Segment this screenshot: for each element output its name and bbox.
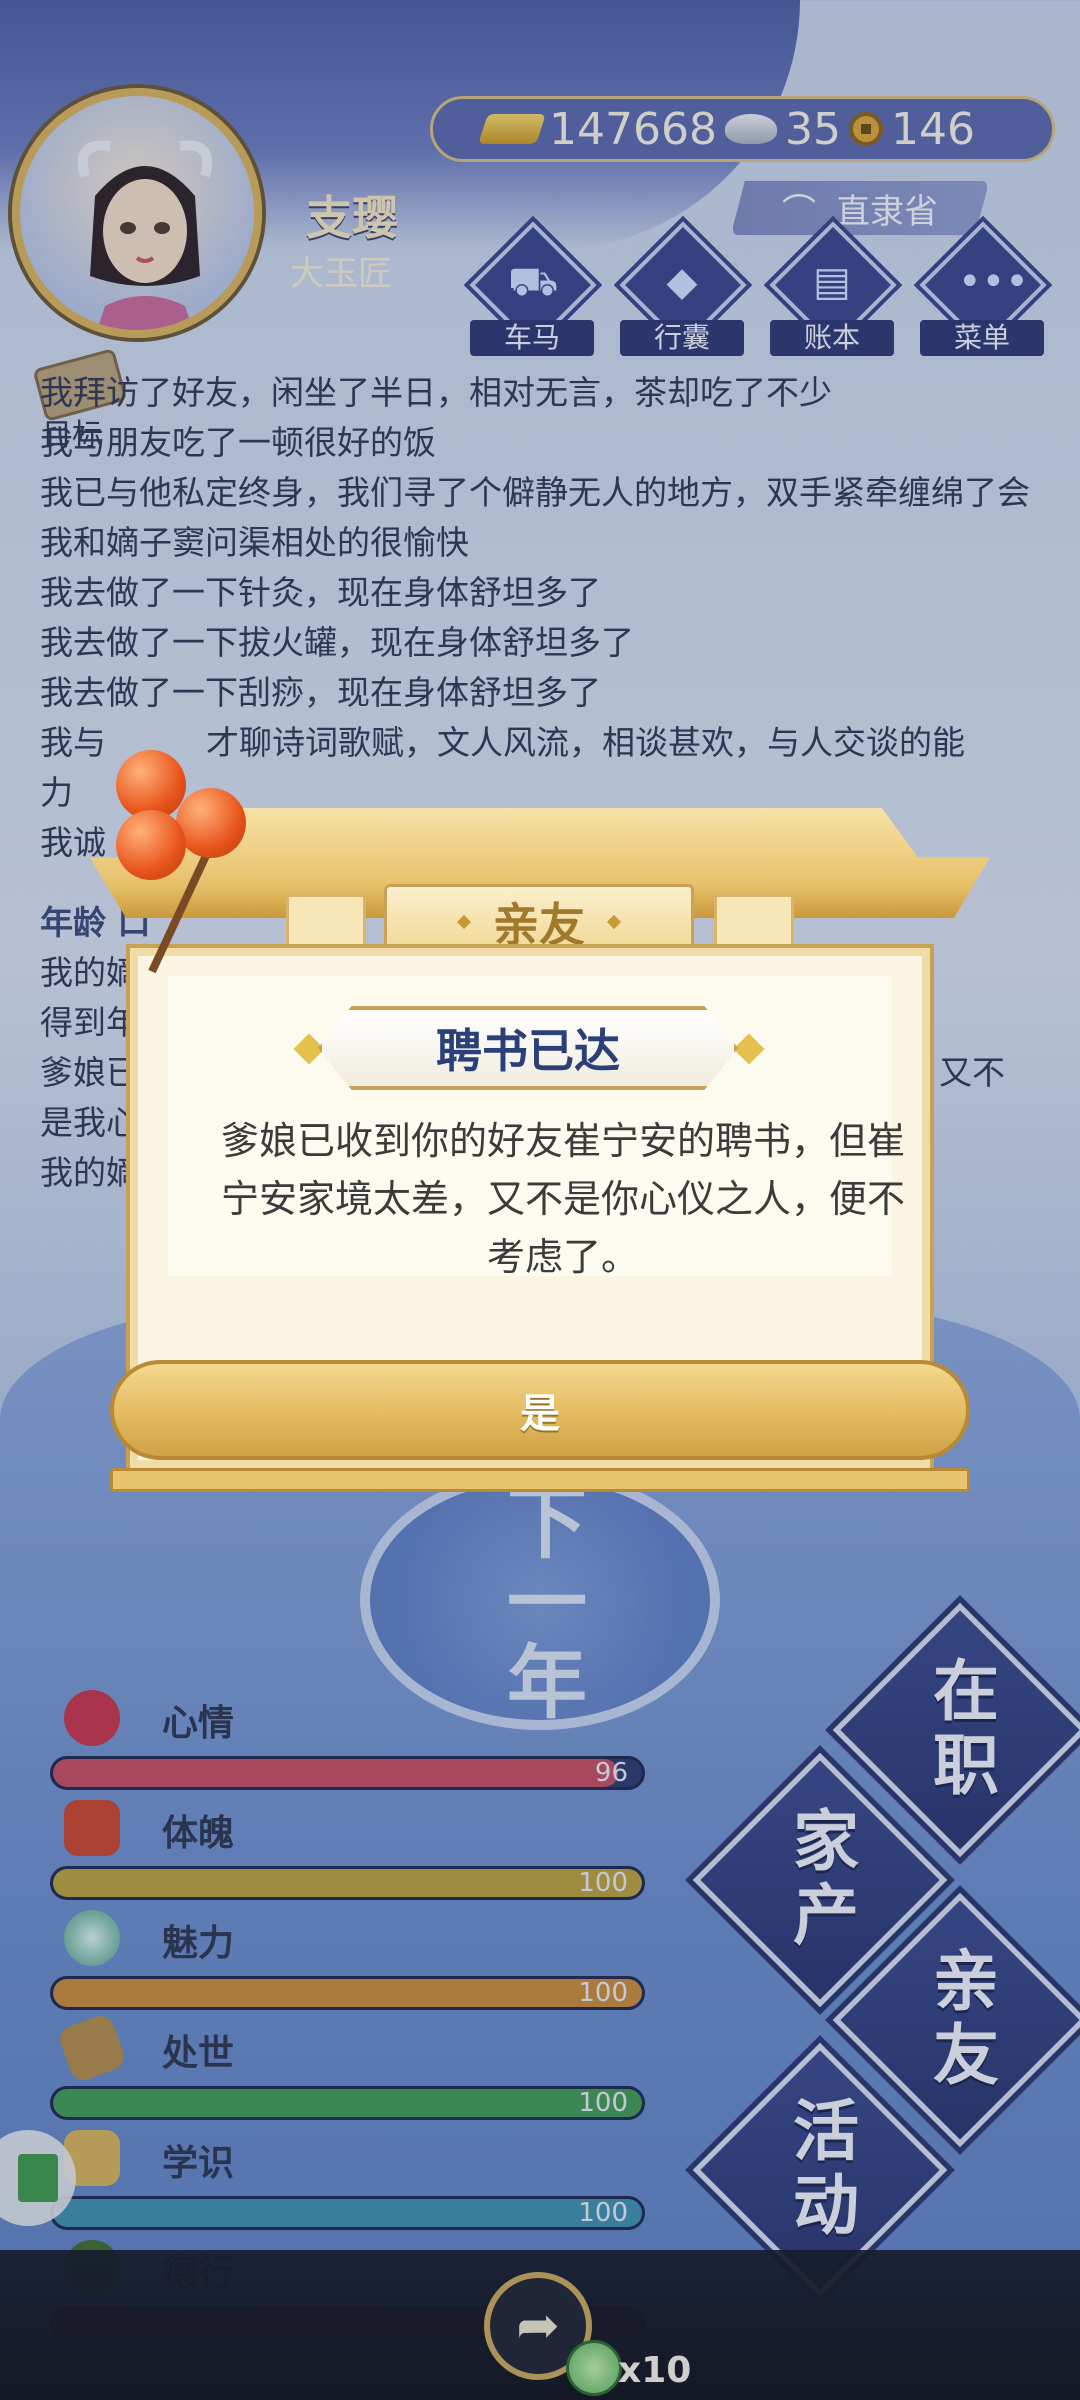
reward-count: x10	[618, 2350, 692, 2391]
share-icon: ➦	[516, 2296, 560, 2356]
confirm-label: 是	[520, 1391, 560, 1437]
region-label: 直隶省	[836, 191, 938, 232]
stat-label: 处世	[162, 2033, 235, 2074]
mirror-icon	[64, 1910, 120, 1966]
stat-bar-fill	[53, 1869, 642, 1897]
tab-dot	[606, 914, 622, 930]
gold-amount: 147668	[549, 103, 717, 155]
stat-bar: 100	[50, 2196, 645, 2230]
stat-bar: 100	[50, 1866, 645, 1900]
coin-icon	[848, 112, 883, 146]
fruit-ball	[116, 810, 186, 880]
stat-value: 100	[578, 1868, 628, 1898]
gold-ingot-icon	[478, 114, 546, 144]
stat-bar-fill	[53, 1979, 642, 2007]
log-line: 我和嫡子窦问渠相处的很愉快	[40, 523, 469, 562]
stat-charm: 魅力 100	[50, 1910, 650, 2020]
stat-label: 心情	[162, 1703, 235, 1744]
log-line: 我去做了一下刮痧，现在身体舒坦多了	[40, 673, 601, 712]
kettlebell-icon	[64, 1800, 120, 1856]
stat-bar: 96	[50, 1756, 645, 1790]
stat-value: 100	[578, 1978, 628, 2008]
character-name: 支璎	[306, 191, 398, 245]
avatar-portrait	[77, 140, 213, 330]
action-activities[interactable]: 活动	[692, 2042, 948, 2298]
log-line: 我拜访了好友，闲坐了半日，相对无言，茶却吃了不少	[40, 373, 832, 412]
stat-value: 96	[594, 1758, 628, 1788]
dialog-tab-label: 亲友	[493, 898, 585, 952]
fan-icon	[56, 2012, 128, 2084]
hat-icon: ⌒	[782, 191, 816, 232]
stat-bar: 100	[50, 2086, 645, 2120]
confirm-button[interactable]: 是	[110, 1360, 970, 1460]
stat-value: 100	[578, 2198, 628, 2228]
menu-more[interactable]: ••• 菜单	[919, 221, 1047, 356]
menu-ledger[interactable]: ▤ 账本	[769, 221, 897, 356]
stat-label: 学识	[162, 2143, 235, 2184]
dialog-base	[110, 1468, 970, 1492]
log-line: 我已与他私定终身，我们寻了个僻静无人的地方，双手紧牵缠绵了会	[40, 473, 1030, 512]
notebook-icon	[18, 2154, 58, 2202]
roof-panel-left	[286, 894, 366, 950]
stat-bar-fill	[53, 2199, 642, 2227]
menu-carriage[interactable]: ⛟ 车马	[469, 221, 597, 356]
silver-ingot-icon	[724, 114, 777, 144]
character-title: 大玉匠	[290, 254, 392, 294]
dialog-headline: 聘书已达	[318, 1006, 738, 1090]
stat-knowledge: 学识 100	[50, 2130, 650, 2240]
fruit-ball	[176, 788, 246, 858]
menu-label: 行囊	[620, 320, 744, 356]
stat-label: 体魄	[162, 1813, 235, 1854]
ledger-icon: ▤	[813, 259, 851, 305]
roof-panel-right	[714, 894, 794, 950]
stat-bar: 100	[50, 1976, 645, 2010]
stat-label: 魅力	[162, 1923, 235, 1964]
stat-mood: 心情 96	[50, 1690, 650, 1800]
coin-amount: 146	[890, 103, 975, 155]
carriage-icon: ⛟	[508, 259, 559, 305]
stat-bar-fill	[53, 1759, 619, 1787]
dialog-inner: 聘书已达 爹娘已收到你的好友崔宁安的聘书，但崔宁安家境太差，又不是你心仪之人，便…	[168, 976, 905, 1279]
currency-bar: 147668 35 146	[430, 96, 1055, 162]
dialog-message: 爹娘已收到你的好友崔宁安的聘书，但崔宁安家境太差，又不是你心仪之人，便不考虑了。	[220, 1119, 905, 1279]
menu-bag[interactable]: ◆ 行囊	[619, 221, 747, 356]
menu-label: 车马	[470, 320, 594, 356]
log-line: 我去做了一下拔火罐，现在身体舒坦多了	[40, 623, 634, 662]
menu-dots-icon: •••	[958, 259, 1029, 305]
next-year-label: 下一年	[494, 1480, 587, 1720]
flower-icon	[64, 1690, 120, 1746]
stat-physique: 体魄 100	[50, 1800, 650, 1910]
action-label: 活动	[782, 2096, 859, 2244]
candied-hawthorn-icon	[96, 740, 296, 980]
log-line: 我去做了一下针灸，现在身体舒坦多了	[40, 573, 601, 612]
log-line: 我与朋友吃了一顿很好的饭	[40, 423, 436, 462]
stat-worldly: 处世 100	[50, 2012, 650, 2130]
log-line-tail: 才聊诗词歌赋，文人风流，相谈甚欢，与人交谈的能	[206, 723, 965, 762]
menu-label: 账本	[770, 320, 894, 356]
top-menu: ⛟ 车马 ◆ 行囊 ▤ 账本 ••• 菜单	[469, 221, 1047, 356]
stat-value: 100	[578, 2088, 628, 2118]
tab-dot	[456, 914, 472, 930]
bag-icon: ◆	[666, 259, 698, 305]
stat-bar-fill	[53, 2089, 642, 2117]
silver-amount: 35	[784, 103, 841, 155]
region-button[interactable]: ⌒ 直隶省	[730, 178, 990, 238]
action-buttons: 在职 家产 亲友 活动	[690, 1602, 1080, 2298]
avatar[interactable]	[12, 88, 262, 338]
reward-icon	[566, 2340, 622, 2396]
menu-label: 菜单	[920, 320, 1044, 356]
headline-dot	[733, 1033, 765, 1065]
